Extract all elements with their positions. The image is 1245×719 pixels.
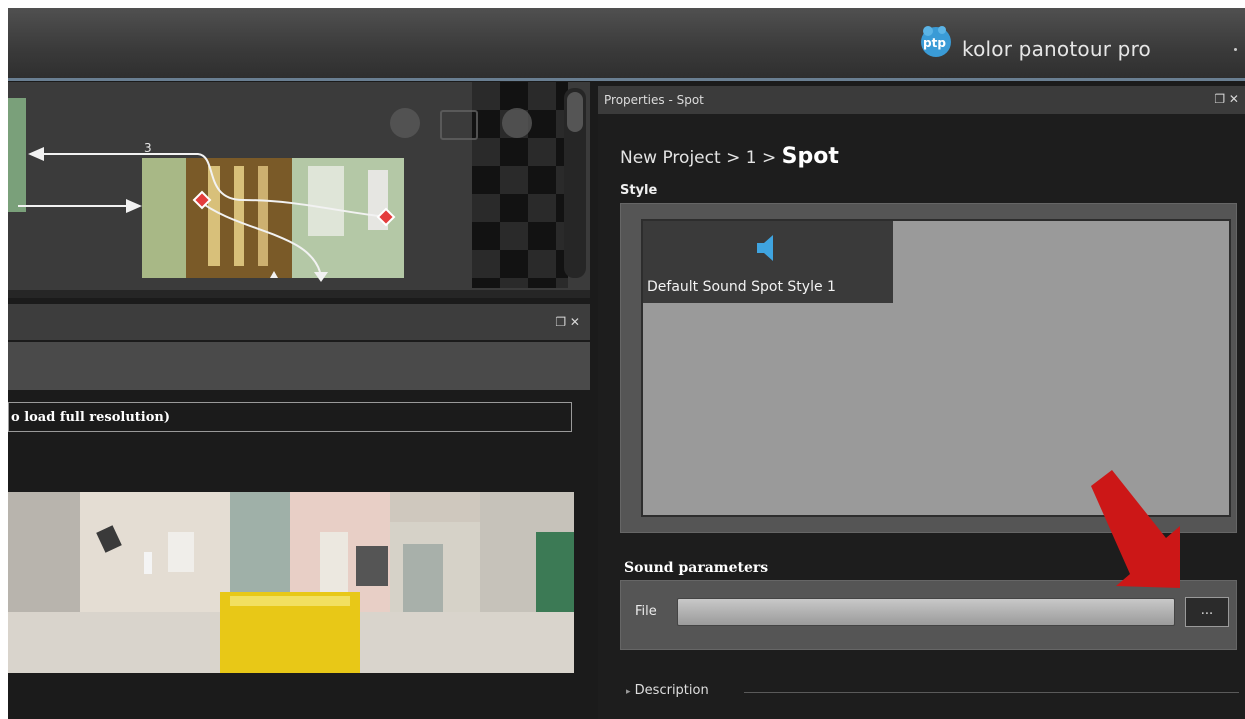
- panorama-preview-image[interactable]: [8, 492, 574, 673]
- description-divider: [744, 692, 1239, 693]
- map-vertical-scrollbar[interactable]: [564, 88, 586, 278]
- style-item-label: Default Sound Spot Style 1: [647, 279, 836, 295]
- expand-arrow-icon: ▸: [626, 687, 631, 697]
- map-bottom-edge: [8, 290, 590, 298]
- properties-title: Properties - Spot: [604, 93, 704, 107]
- brand-dot: [1234, 48, 1237, 51]
- properties-panel: Properties - Spot ❐ ✕ New Project > 1 > …: [598, 86, 1245, 719]
- map-scrollbar-thumb[interactable]: [567, 92, 583, 132]
- fit-view-icon[interactable]: [440, 110, 478, 140]
- sound-parameters-section: File ...: [620, 580, 1237, 650]
- browse-file-button[interactable]: ...: [1185, 597, 1229, 627]
- style-item-default-sound-spot[interactable]: Default Sound Spot Style 1: [643, 221, 893, 303]
- left-pano-thumbnail: [8, 98, 26, 212]
- description-label: Description: [634, 683, 709, 698]
- breadcrumb-separator: >: [726, 148, 741, 168]
- zoom-out-icon[interactable]: [390, 108, 420, 138]
- properties-titlebar: Properties - Spot ❐ ✕: [598, 86, 1245, 114]
- app-brand-name: kolor panotour pro: [962, 37, 1151, 61]
- panotour-logo-icon: ptp: [921, 26, 951, 57]
- file-path-input[interactable]: [677, 598, 1175, 626]
- breadcrumb-separator: >: [761, 148, 777, 168]
- breadcrumb-node[interactable]: 1: [746, 148, 757, 168]
- file-label: File: [635, 604, 657, 619]
- sound-parameters-label: Sound parameters: [624, 560, 769, 576]
- panorama-preview-drawing: [8, 492, 574, 673]
- zoom-in-icon[interactable]: [502, 108, 532, 138]
- description-expander[interactable]: ▸ Description: [626, 683, 709, 698]
- speaker-icon: [757, 235, 773, 261]
- load-full-resolution-button[interactable]: o load full resolution): [8, 402, 572, 432]
- breadcrumb: New Project > 1 > Spot: [620, 144, 839, 169]
- preview-panel-titlebar: ❐ ✕: [8, 304, 590, 340]
- map-node-label: 3: [144, 141, 152, 155]
- style-section-label: Style: [620, 183, 658, 198]
- breadcrumb-project[interactable]: New Project: [620, 148, 721, 168]
- pano-thumb-left: [142, 158, 186, 278]
- panel-float-close-icons[interactable]: ❐ ✕: [1214, 92, 1239, 106]
- style-list[interactable]: Default Sound Spot Style 1: [641, 219, 1231, 517]
- logo-text: ptp: [923, 36, 946, 50]
- style-section: Default Sound Spot Style 1: [620, 203, 1237, 533]
- breadcrumb-current: Spot: [781, 144, 839, 169]
- tour-map-graph[interactable]: 3: [8, 82, 568, 288]
- preview-toolbar: [8, 342, 590, 390]
- panel-float-close-icons[interactable]: ❐ ✕: [555, 315, 580, 329]
- tour-map-panel[interactable]: 3: [8, 82, 590, 298]
- top-bar-accent-line: [8, 78, 1245, 81]
- app-window: ptp kolor panotour pro 3 ❐ ✕ o load full…: [8, 8, 1245, 719]
